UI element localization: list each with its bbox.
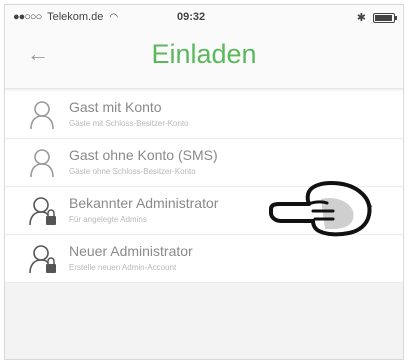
wifi-icon: ◠	[109, 12, 119, 23]
option-sublabel: Für angelegte Admins	[69, 215, 147, 224]
status-bar: ●●○○○ Telekom.de ◠ 09:32 ✱	[5, 5, 403, 29]
admin-person-icon	[29, 245, 56, 274]
option-label: Gast mit Konto	[69, 99, 162, 115]
carrier-name: Telekom.de	[47, 11, 104, 23]
battery-icon	[373, 13, 397, 24]
person-icon	[30, 101, 54, 130]
option-new-admin[interactable]: Neuer Administrator Erstelle neuen Admin…	[5, 235, 403, 283]
status-right: ✱	[356, 11, 397, 24]
pointing-hand-icon	[269, 181, 372, 237]
admin-person-icon	[29, 197, 56, 226]
option-guest-with-account[interactable]: Gast mit Konto Gäste mit Schloss-Besitze…	[5, 91, 403, 139]
option-sublabel: Gäste ohne Schloss-Besitzer-Konto	[69, 167, 196, 176]
option-label: Neuer Administrator	[69, 243, 193, 259]
status-time: 09:32	[177, 11, 206, 23]
bluetooth-icon: ✱	[356, 12, 366, 24]
option-sublabel: Gäste mit Schloss-Besitzer-Konto	[69, 119, 189, 128]
option-label: Bekannter Administrator	[69, 195, 219, 211]
signal-dots-icon: ●●○○○	[13, 11, 42, 23]
option-sublabel: Erstelle neuen Admin-Account	[69, 263, 177, 272]
person-icon	[30, 149, 54, 178]
nav-bar: ← Einladen	[5, 29, 403, 89]
status-left: ●●○○○ Telekom.de ◠	[13, 11, 118, 23]
phone-screen: ●●○○○ Telekom.de ◠ 09:32 ✱ ← Einladen Ga…	[4, 4, 404, 360]
option-label: Gast ohne Konto (SMS)	[69, 147, 218, 163]
page-title: Einladen	[151, 39, 257, 69]
